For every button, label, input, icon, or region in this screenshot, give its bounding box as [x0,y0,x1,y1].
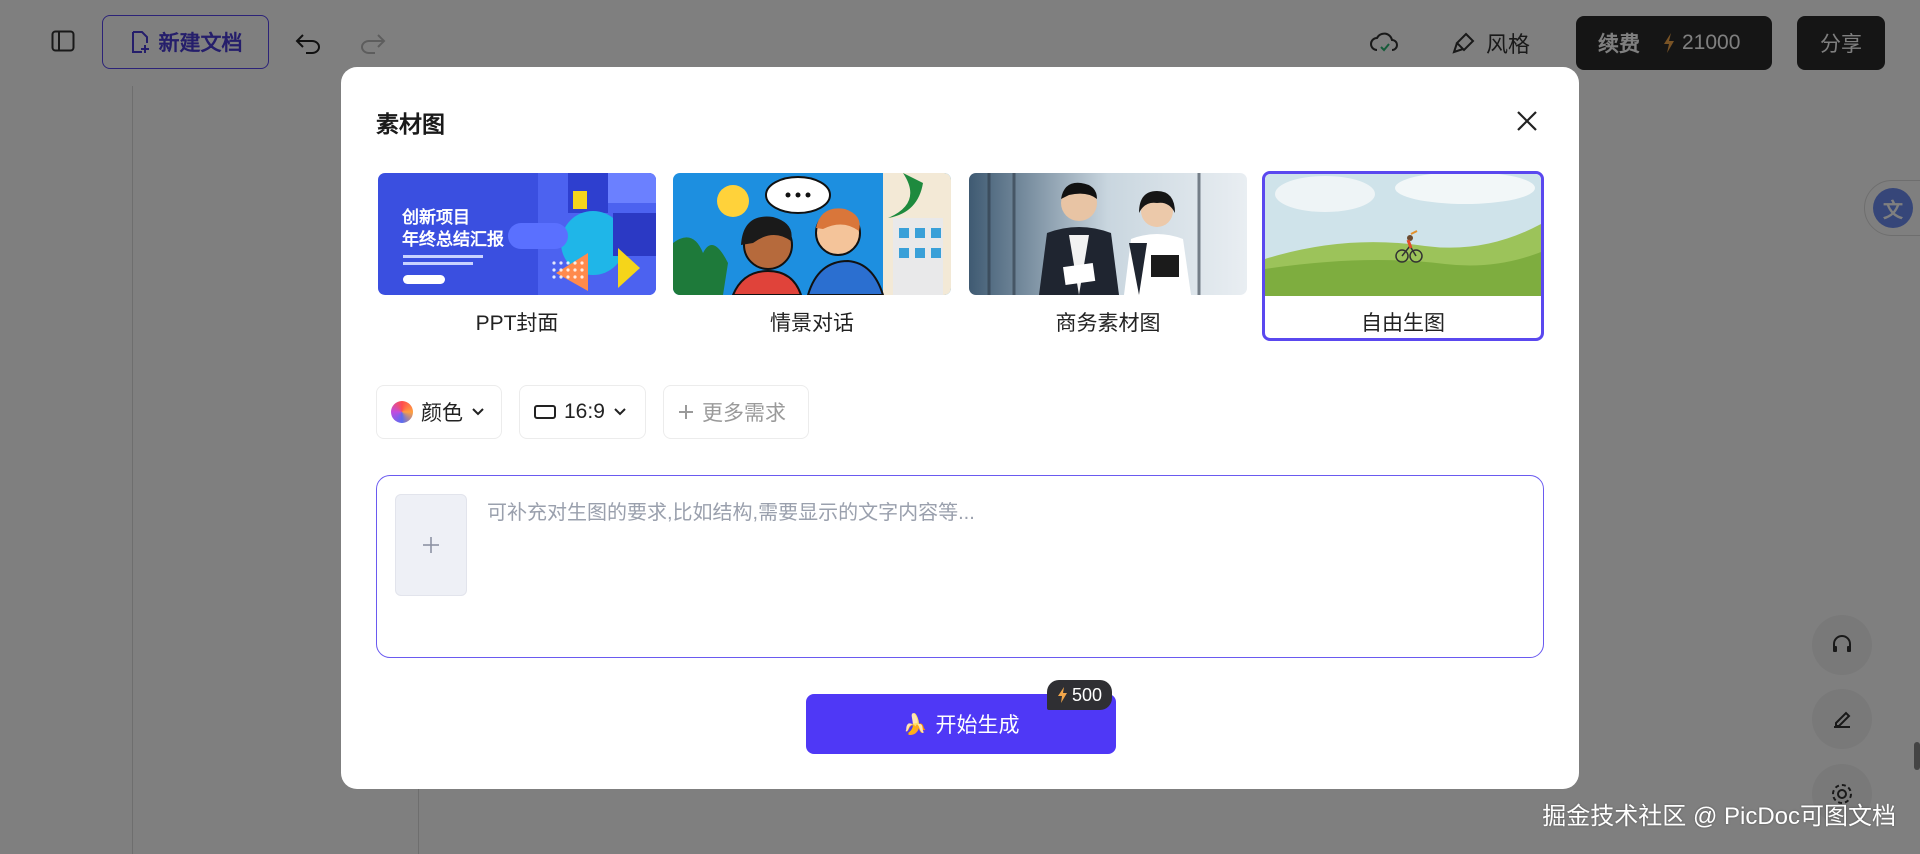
template-card-ppt-cover[interactable]: 创新项目 年终总结汇报 PPT封面 [376,171,658,341]
chevron-down-icon [472,408,484,416]
scene-dialogue-thumbnail [673,173,951,295]
asset-image-dialog: 素材图 创新项目 年终总结汇报 PPT封面 情景对话 商务素材图 自由生图 颜色… [341,67,1579,789]
lightning-icon [1058,687,1067,703]
upload-image-button[interactable] [395,494,467,596]
cost-value: 500 [1072,684,1103,705]
template-card-scene-dialogue[interactable]: 情景对话 [671,171,953,341]
template-card-label: 商务素材图 [1055,312,1161,335]
template-card-label: PPT封面 [475,312,559,335]
more-requirements-label: 更多需求 [702,402,786,425]
business-thumbnail [969,173,1247,295]
free-generation-thumbnail [1265,174,1541,296]
watermark: 掘金技术社区 @ PicDoc可图文档 [1542,803,1896,830]
prompt-input[interactable] [487,496,1517,636]
ppt-thumb-line1: 创新项目 [402,208,470,227]
close-icon[interactable] [1509,103,1545,139]
template-card-business[interactable]: 商务素材图 [967,171,1249,341]
dialog-title: 素材图 [376,111,445,137]
cost-badge: 500 [1047,680,1113,710]
ppt-cover-thumbnail: 创新项目 年终总结汇报 [378,173,656,295]
template-cards: 创新项目 年终总结汇报 PPT封面 情景对话 商务素材图 自由生图 [376,171,1544,341]
start-generate-label: 开始生成 [935,714,1020,737]
ppt-thumb-line2: 年终总结汇报 [402,230,504,249]
color-label: 颜色 [421,402,463,425]
plus-icon [679,405,693,419]
plus-icon [423,537,439,553]
more-requirements-button[interactable]: 更多需求 [663,385,809,439]
chevron-down-icon [614,408,626,416]
color-dropdown[interactable]: 颜色 [376,385,502,439]
color-palette-icon [391,401,413,423]
aspect-ratio-dropdown[interactable]: 16:9 [519,385,646,439]
template-card-free-generation[interactable]: 自由生图 [1262,171,1544,341]
template-card-label: 情景对话 [770,312,854,335]
banana-icon: 🍌 [902,713,928,736]
aspect-ratio-label: 16:9 [564,400,605,423]
template-card-label: 自由生图 [1361,312,1445,335]
prompt-box [376,475,1544,658]
aspect-ratio-icon [534,405,556,419]
